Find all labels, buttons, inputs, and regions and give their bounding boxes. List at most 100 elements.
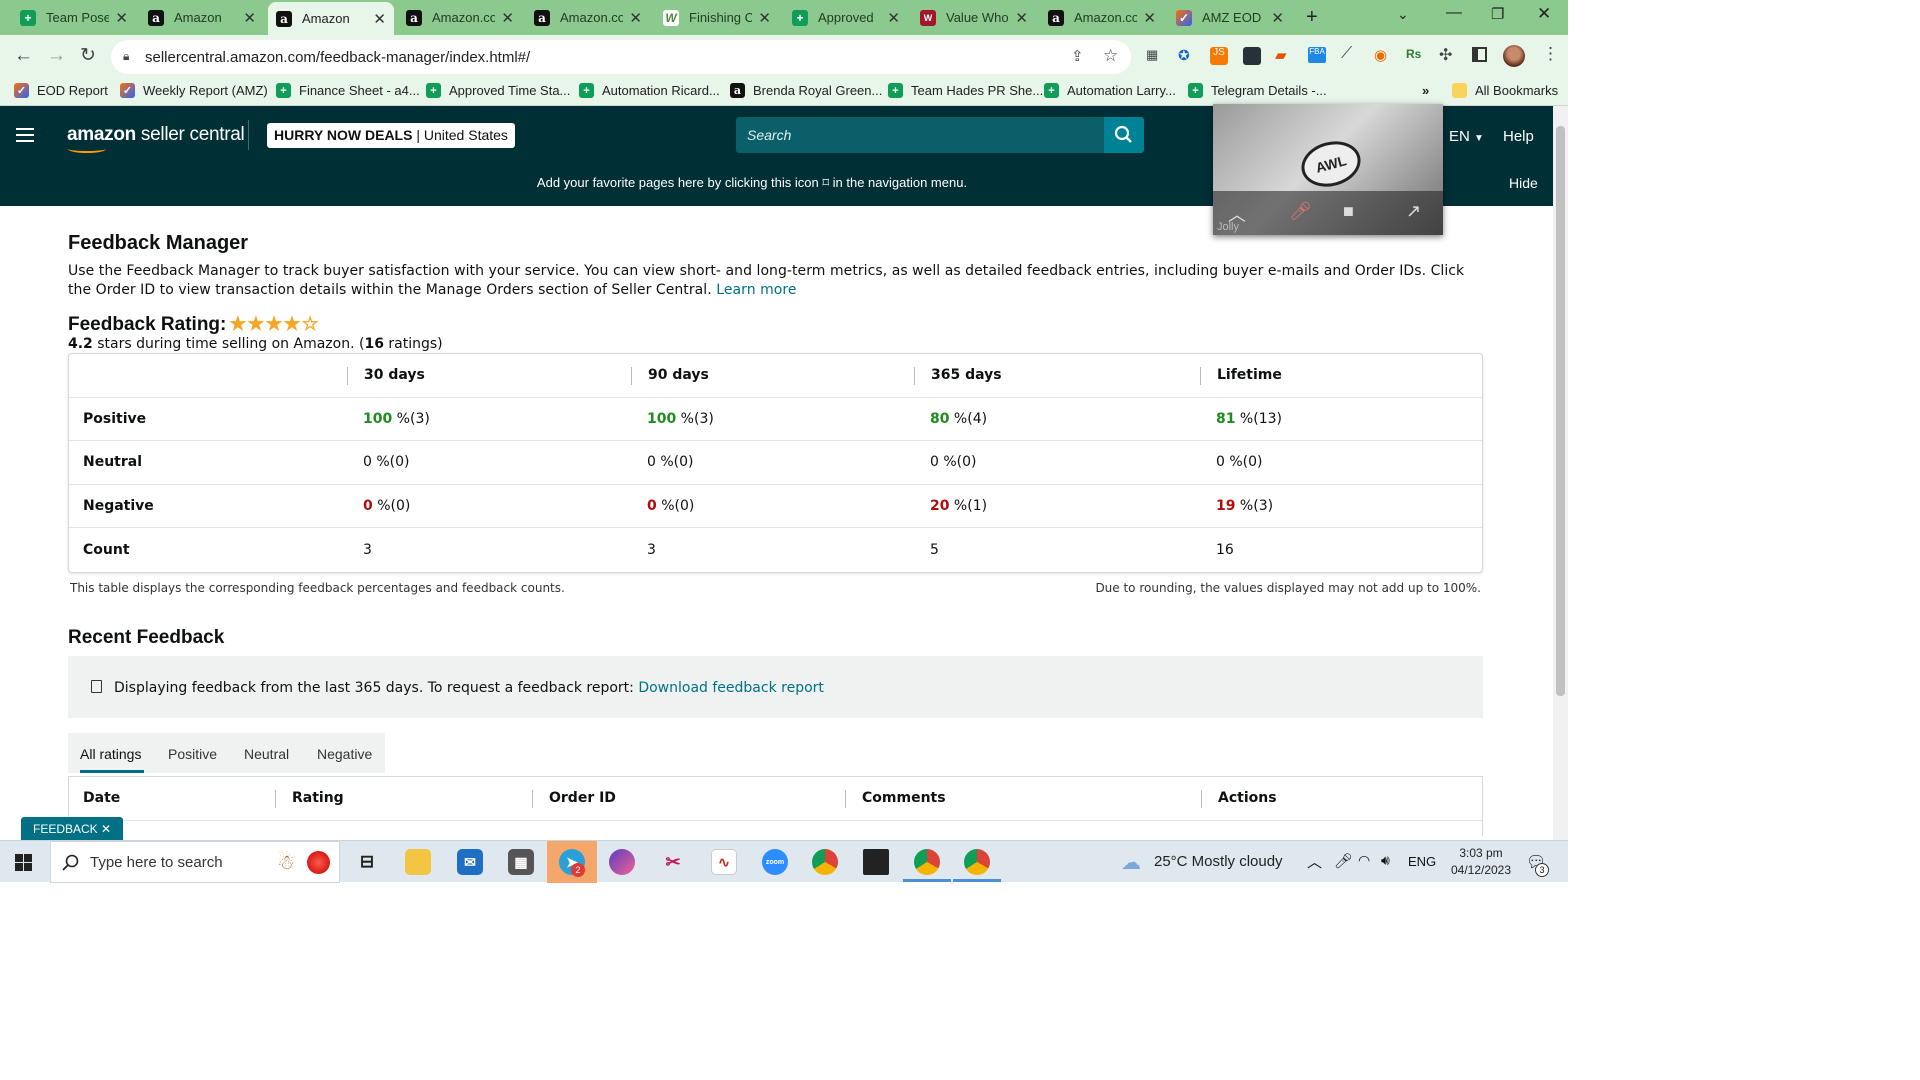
close-icon[interactable]: ✕	[243, 9, 256, 27]
wifi-icon[interactable]: ◠	[1358, 852, 1370, 869]
column-header[interactable]: Rating	[292, 790, 344, 806]
mail-icon[interactable]: ✉	[457, 849, 483, 875]
feedback-button[interactable]: FEEDBACK ✕	[21, 817, 124, 841]
close-icon[interactable]: ✕	[758, 9, 771, 27]
tab-negative[interactable]: Negative	[317, 746, 372, 762]
side-panel-icon[interactable]	[1472, 47, 1487, 62]
task-view-icon[interactable]: ⊟	[354, 849, 380, 875]
chevron-down-icon[interactable]: ⌄	[1397, 6, 1409, 23]
menu-dots-icon[interactable]: ⋮	[1542, 44, 1559, 64]
extension-icon[interactable]: ⟋	[1341, 45, 1352, 63]
bookmark-item[interactable]: + Automation Ricard...	[579, 83, 720, 98]
browser-tab[interactable]: a Amazon ✕	[140, 4, 264, 31]
language-selector[interactable]: EN ▼	[1449, 128, 1484, 145]
close-icon[interactable]: ✕	[887, 9, 900, 27]
file-explorer-icon[interactable]	[405, 849, 431, 875]
browser-tab[interactable]: a Amazon.co ✕	[398, 4, 522, 31]
bookmark-item[interactable]: ✓ Weekly Report (AMZ)	[120, 83, 268, 98]
close-icon[interactable]: ✕	[1271, 9, 1284, 27]
browser-tab[interactable]: W Value Who ✕	[912, 4, 1036, 31]
browser-tab[interactable]: ✓ AMZ EOD ✕	[1168, 4, 1292, 31]
all-bookmarks-button[interactable]: All Bookmarks	[1452, 83, 1558, 98]
reload-icon[interactable]: ↻	[80, 44, 96, 67]
browser-tab[interactable]: a Amazon.co ✕	[526, 4, 650, 31]
address-bar[interactable]: 🔒︎ sellercentral.amazon.com/feedback-man…	[111, 40, 1131, 74]
clock[interactable]: 3:03 pm 04/12/2023	[1446, 845, 1516, 879]
learn-more-link[interactable]: Learn more	[716, 282, 796, 298]
search-button[interactable]	[1104, 117, 1144, 153]
copilot-icon[interactable]	[609, 849, 635, 875]
language-indicator[interactable]: ENG	[1408, 854, 1436, 869]
search-input[interactable]: Search	[736, 117, 1104, 153]
close-icon[interactable]: ✕	[373, 10, 386, 28]
page-scrollbar[interactable]	[1553, 106, 1568, 840]
browser-tab-active[interactable]: a Amazon ✕	[268, 2, 394, 35]
avatar[interactable]	[1503, 45, 1525, 67]
microphone-icon[interactable]: 🎤︎	[1334, 852, 1353, 870]
extension-icon[interactable]: FBA	[1308, 47, 1326, 63]
minimize-icon[interactable]: —	[1446, 4, 1462, 22]
maximize-icon[interactable]: ❐	[1491, 5, 1504, 23]
amazon-seller-central-logo[interactable]: amazon seller central	[67, 124, 245, 153]
column-header[interactable]: Order ID	[549, 790, 616, 806]
calculator-icon[interactable]: ▦	[508, 849, 534, 875]
sticky-notes-icon[interactable]	[863, 849, 889, 875]
bookmark-item[interactable]: a Brenda Royal Green...	[730, 83, 882, 98]
snipping-tool-icon[interactable]: ✂	[660, 849, 686, 875]
js-extension-icon[interactable]: JS	[1210, 47, 1228, 65]
column-header[interactable]: Date	[83, 790, 120, 806]
window-close-icon[interactable]: ✕	[1537, 4, 1551, 24]
extension-icon[interactable]: ✪	[1178, 47, 1190, 64]
help-link[interactable]: Help	[1503, 128, 1534, 145]
close-icon[interactable]: ✕	[1143, 9, 1156, 27]
bookmark-item[interactable]: + Team Hades PR She...	[888, 83, 1043, 98]
back-arrow-icon[interactable]: ←	[14, 45, 33, 67]
scrollbar-thumb[interactable]	[1556, 126, 1565, 696]
tab-positive[interactable]: Positive	[168, 746, 217, 762]
mic-muted-icon[interactable]: 🎤︎	[1289, 201, 1312, 222]
browser-tab[interactable]: a Amazon.co ✕	[1040, 4, 1164, 31]
bookmark-item[interactable]: + Approved Time Sta...	[426, 83, 570, 98]
tab-all-ratings[interactable]: All ratings	[80, 746, 141, 762]
pop-out-icon[interactable]: ↗	[1406, 201, 1421, 222]
telegram-taskbar-item[interactable]: ➤ 2	[547, 841, 597, 883]
volume-icon[interactable]: 🔊︎	[1381, 852, 1390, 869]
bookmark-item[interactable]: + Automation Larry...	[1044, 83, 1176, 98]
tab-neutral[interactable]: Neutral	[244, 746, 289, 762]
extension-icon[interactable]: ▰	[1275, 46, 1287, 64]
chrome-profile-icon[interactable]	[914, 849, 940, 875]
column-header[interactable]: Comments	[862, 790, 946, 806]
browser-tab[interactable]: + Approved ✕	[784, 4, 908, 31]
extension-icon[interactable]	[1243, 47, 1261, 65]
video-call-overlay[interactable]: AWL ︿ 🎤︎ ■ ↗ Jolly	[1213, 104, 1443, 235]
forward-arrow-icon[interactable]: →	[47, 45, 66, 67]
extension-icon[interactable]: Rs	[1406, 47, 1421, 61]
bookmark-star-icon[interactable]: ☆	[1103, 46, 1118, 66]
close-icon[interactable]: ✕	[115, 9, 128, 27]
windows-start-icon[interactable]	[15, 854, 32, 871]
store-selector[interactable]: HURRY NOW DEALS | United States	[267, 123, 515, 148]
bookmark-item[interactable]: + Telegram Details -...	[1188, 83, 1327, 98]
hide-notice-button[interactable]: Hide	[1509, 175, 1538, 191]
activity-icon[interactable]: ∿	[711, 849, 737, 875]
more-bookmarks-button[interactable]: »	[1422, 83, 1429, 98]
chevron-up-icon[interactable]: ︿	[1307, 851, 1322, 872]
close-icon[interactable]: ✕	[629, 9, 642, 27]
browser-tab[interactable]: W Finishing C ✕	[655, 4, 779, 31]
taskbar-search[interactable]: Type here to search ☃	[50, 841, 340, 883]
close-icon[interactable]: ✕	[501, 9, 514, 27]
share-icon[interactable]: ⇪	[1071, 47, 1084, 65]
chrome-icon[interactable]	[812, 849, 838, 875]
qr-code-icon[interactable]: ▦	[1146, 47, 1158, 63]
hamburger-menu-icon[interactable]	[16, 128, 34, 142]
bookmark-item[interactable]: ✓ EOD Report	[14, 83, 108, 98]
download-report-link[interactable]: Download feedback report	[638, 680, 824, 696]
browser-tab[interactable]: + Team Pose ✕	[12, 4, 136, 31]
new-tab-icon[interactable]: +	[1306, 6, 1318, 29]
weather-widget[interactable]: 25°C Mostly cloudy	[1154, 853, 1283, 870]
bookmark-item[interactable]: + Finance Sheet - a4...	[276, 83, 420, 98]
extension-icon[interactable]: ◉	[1374, 46, 1387, 64]
puzzle-icon[interactable]: ✣	[1439, 45, 1452, 65]
camera-icon[interactable]: ■	[1343, 201, 1354, 222]
chrome-profile-icon[interactable]	[964, 849, 990, 875]
